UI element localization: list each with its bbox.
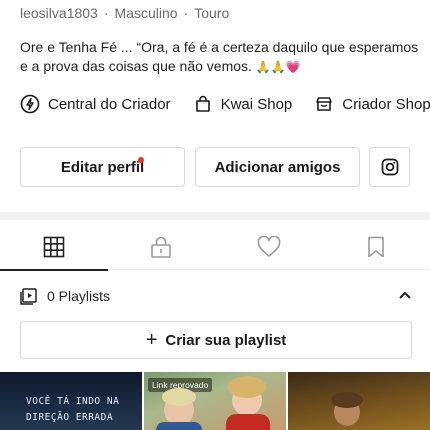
- storefront-icon: [316, 97, 333, 111]
- tab-liked[interactable]: [215, 224, 323, 270]
- video-thumbnail[interactable]: [288, 372, 430, 430]
- video-grid: Você tá indo na direção errada Link repr…: [0, 372, 430, 430]
- playlists-header[interactable]: 0 Playlists: [20, 285, 412, 307]
- child-hair: [162, 388, 196, 406]
- gender: Masculino: [114, 5, 178, 21]
- section-divider: [0, 212, 430, 220]
- shopping-bag-icon: [195, 95, 210, 112]
- creator-shop-link[interactable]: Criador Shop: [314, 94, 430, 114]
- thumbnail-caption-line: direção errada: [26, 412, 114, 423]
- username: leosilva1803: [20, 5, 98, 21]
- creator-shop-label: Criador Shop: [342, 95, 430, 113]
- child-hair: [331, 392, 363, 408]
- profile-links: Central do Criador Kwai Shop Criador Sho…: [20, 92, 430, 116]
- edit-profile-button[interactable]: Editar perfil: [20, 147, 185, 187]
- bolt-circle-icon: [20, 94, 40, 114]
- tab-private[interactable]: [108, 224, 216, 270]
- video-thumbnail[interactable]: Link reprovado: [144, 372, 286, 430]
- kwai-shop-label: Kwai Shop: [220, 95, 293, 113]
- plus-icon: +: [145, 329, 158, 351]
- separator: ·: [183, 5, 189, 21]
- grid-icon: [43, 236, 65, 258]
- child-hair: [228, 376, 266, 398]
- bookmark-icon: [368, 236, 385, 258]
- create-playlist-label: Criar sua playlist: [165, 331, 287, 349]
- add-friends-label: Adicionar amigos: [214, 158, 341, 176]
- edit-profile-label: Editar perfil: [60, 158, 145, 176]
- kwai-shop-link[interactable]: Kwai Shop: [193, 94, 293, 114]
- separator: ·: [103, 5, 109, 21]
- profile-meta: leosilva1803 · Masculino · Touro: [20, 5, 229, 21]
- thumbnail-caption: Você tá indo na direção errada: [26, 394, 119, 426]
- playlist-icon: [20, 287, 37, 305]
- bio-text: Ore e Tenha Fé ... “Ora, a fé é a certez…: [20, 39, 419, 74]
- creator-center-link[interactable]: Central do Criador: [20, 94, 171, 114]
- blue-coat: [156, 422, 202, 430]
- bio-emojis: 🙏🙏💗: [255, 60, 301, 74]
- chevron-up-icon[interactable]: [398, 288, 412, 302]
- content-tabs: [0, 224, 430, 271]
- red-coat: [226, 414, 270, 430]
- add-friends-button[interactable]: Adicionar amigos: [195, 147, 360, 187]
- lock-icon: [151, 236, 172, 258]
- thumbnail-caption-line: Você tá indo na: [26, 396, 120, 407]
- video-thumbnail[interactable]: Você tá indo na direção errada: [0, 372, 142, 430]
- playlists-count: 0 Playlists: [47, 288, 111, 304]
- instagram-icon: [381, 158, 398, 176]
- create-playlist-button[interactable]: + Criar sua playlist: [20, 321, 412, 359]
- zodiac-sign: Touro: [194, 5, 230, 21]
- profile-bio: Ore e Tenha Fé ... “Ora, a fé é a certez…: [20, 38, 420, 77]
- notification-dot: [138, 157, 144, 163]
- tab-posts[interactable]: [0, 224, 108, 271]
- instagram-button[interactable]: [369, 147, 410, 187]
- tab-saved[interactable]: [323, 224, 430, 270]
- heart-icon: [257, 236, 281, 257]
- creator-center-label: Central do Criador: [48, 95, 171, 113]
